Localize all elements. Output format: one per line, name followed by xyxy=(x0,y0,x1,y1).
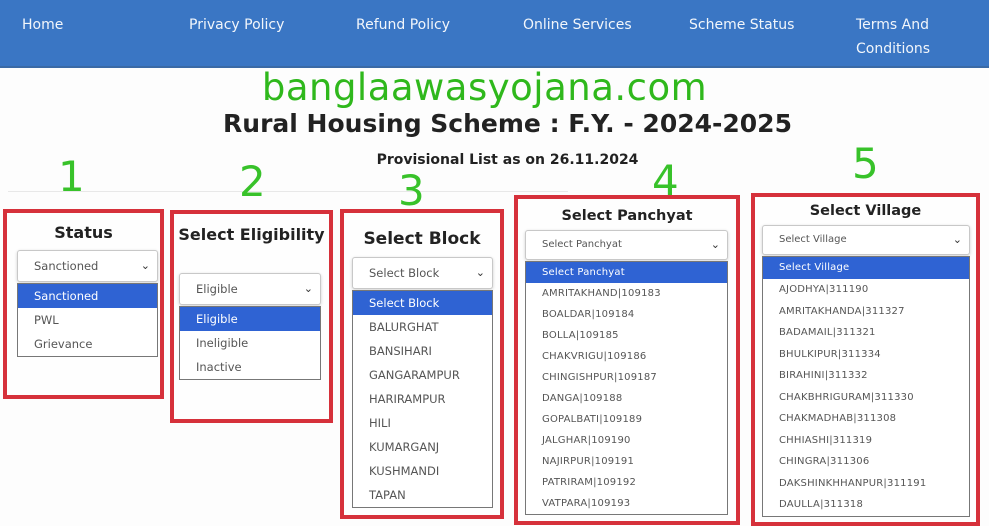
chevron-down-icon: ⌄ xyxy=(710,238,720,251)
village-option[interactable]: Select Village xyxy=(763,257,969,279)
block-option[interactable]: BANSIHARI xyxy=(353,339,492,363)
block-option[interactable]: TAPAN xyxy=(353,483,492,507)
block-option[interactable]: HILI xyxy=(353,411,492,435)
eligibility-option[interactable]: Eligible xyxy=(180,307,320,331)
chevron-down-icon: ⌄ xyxy=(952,233,962,246)
page-subtitle: Provisional List as on 26.11.2024 xyxy=(376,152,639,168)
nav-privacy-policy[interactable]: Privacy Policy xyxy=(189,13,284,37)
step-number-3: 3 xyxy=(398,166,425,215)
step-number-1: 1 xyxy=(58,152,85,201)
village-option[interactable]: CHAKMADHAB|311308 xyxy=(763,408,969,430)
block-panel-title: Select Block xyxy=(363,229,481,249)
eligibility-select-value: Eligible xyxy=(196,282,238,296)
nav-online-services[interactable]: Online Services xyxy=(523,13,632,37)
village-option[interactable]: CHHIASHI|311319 xyxy=(763,430,969,452)
step-number-2: 2 xyxy=(239,157,266,206)
nav-scheme-status[interactable]: Scheme Status xyxy=(689,13,794,37)
panchyat-select-value: Select Panchyat xyxy=(542,239,622,250)
panchyat-dropdown-list: Select Panchyat AMRITAKHAND|109183 BOALD… xyxy=(525,261,728,515)
status-select-value: Sanctioned xyxy=(34,259,99,273)
block-select[interactable]: Select Block ⌄ xyxy=(352,257,493,289)
village-panel: Select Village Select Village ⌄ Select V… xyxy=(751,193,980,526)
village-option[interactable]: AMRITAKHANDA|311327 xyxy=(763,301,969,323)
status-option[interactable]: Sanctioned xyxy=(18,284,157,308)
village-select[interactable]: Select Village ⌄ xyxy=(762,225,970,255)
eligibility-panel-title: Select Eligibility xyxy=(178,225,325,244)
status-option[interactable]: PWL xyxy=(18,308,157,332)
block-dropdown-list: Select Block BALURGHAT BANSIHARI GANGARA… xyxy=(352,290,493,508)
page-title: Rural Housing Scheme : F.Y. - 2024-2025 xyxy=(223,109,792,138)
chevron-down-icon: ⌄ xyxy=(303,282,313,295)
block-panel: Select Block Select Block ⌄ Select Block… xyxy=(340,209,504,519)
nav-home[interactable]: Home xyxy=(22,13,63,37)
village-option[interactable]: BADAMAIL|311321 xyxy=(763,322,969,344)
village-dropdown-list: Select Village AJODHYA|311190 AMRITAKHAN… xyxy=(762,256,970,517)
block-select-value: Select Block xyxy=(369,266,440,280)
block-option[interactable]: KUMARGANJ xyxy=(353,435,492,459)
panchyat-option[interactable]: NAJIRPUR|109191 xyxy=(526,451,727,472)
village-option[interactable]: DAULLA|311318 xyxy=(763,494,969,516)
panchyat-option[interactable]: BOALDAR|109184 xyxy=(526,304,727,325)
eligibility-panel: Select Eligibility Eligible ⌄ Eligible I… xyxy=(170,210,333,423)
village-option[interactable]: CHINGRA|311306 xyxy=(763,451,969,473)
status-dropdown-list: Sanctioned PWL Grievance xyxy=(17,283,158,357)
panchyat-option[interactable]: VATPARA|109193 xyxy=(526,493,727,514)
panchyat-option[interactable]: DANGA|109188 xyxy=(526,388,727,409)
panchyat-option[interactable]: BOLLA|109185 xyxy=(526,325,727,346)
eligibility-option[interactable]: Ineligible xyxy=(180,331,320,355)
panchyat-select[interactable]: Select Panchyat ⌄ xyxy=(525,230,728,260)
top-navbar: Home Privacy Policy Refund Policy Online… xyxy=(0,0,989,68)
panchyat-panel: Select Panchyat Select Panchyat ⌄ Select… xyxy=(514,195,740,525)
village-panel-title: Select Village xyxy=(809,203,922,219)
status-select[interactable]: Sanctioned ⌄ xyxy=(17,250,158,282)
panchyat-option[interactable]: GOPALBATI|109189 xyxy=(526,409,727,430)
eligibility-option[interactable]: Inactive xyxy=(180,355,320,379)
panchyat-option[interactable]: CHAKVRIGU|109186 xyxy=(526,346,727,367)
block-option[interactable]: Select Block xyxy=(353,291,492,315)
block-option[interactable]: GANGARAMPUR xyxy=(353,363,492,387)
status-panel-title: Status xyxy=(54,223,113,242)
panchyat-option[interactable]: CHINGISHPUR|109187 xyxy=(526,367,727,388)
panchyat-option[interactable]: Select Panchyat xyxy=(526,262,727,283)
block-option[interactable]: BALURGHAT xyxy=(353,315,492,339)
brand-watermark: banglaawasyojana.com xyxy=(261,66,708,109)
block-option[interactable]: KUSHMANDI xyxy=(353,459,492,483)
chevron-down-icon: ⌄ xyxy=(475,266,485,279)
status-panel: Status Sanctioned ⌄ Sanctioned PWL Griev… xyxy=(3,209,164,399)
nav-refund-policy[interactable]: Refund Policy xyxy=(356,13,450,37)
panchyat-option[interactable]: JALGHAR|109190 xyxy=(526,430,727,451)
divider xyxy=(8,191,568,192)
nav-terms-and-conditions[interactable]: Terms And Conditions xyxy=(856,13,946,61)
eligibility-select[interactable]: Eligible ⌄ xyxy=(179,273,321,305)
village-option[interactable]: AJODHYA|311190 xyxy=(763,279,969,301)
village-option[interactable]: BHULKIPUR|311334 xyxy=(763,344,969,366)
status-option[interactable]: Grievance xyxy=(18,332,157,356)
panchyat-panel-title: Select Panchyat xyxy=(561,208,693,224)
village-option[interactable]: CHAKBHRIGURAM|311330 xyxy=(763,387,969,409)
panchyat-option[interactable]: PATRIRAM|109192 xyxy=(526,472,727,493)
village-select-value: Select Village xyxy=(779,234,847,245)
village-option[interactable]: BIRAHINI|311332 xyxy=(763,365,969,387)
chevron-down-icon: ⌄ xyxy=(140,259,150,272)
block-option[interactable]: HARIRAMPUR xyxy=(353,387,492,411)
panchyat-option[interactable]: AMRITAKHAND|109183 xyxy=(526,283,727,304)
village-option[interactable]: DAKSHINKHHANPUR|311191 xyxy=(763,473,969,495)
eligibility-dropdown-list: Eligible Ineligible Inactive xyxy=(179,306,321,380)
step-number-5: 5 xyxy=(852,139,879,188)
